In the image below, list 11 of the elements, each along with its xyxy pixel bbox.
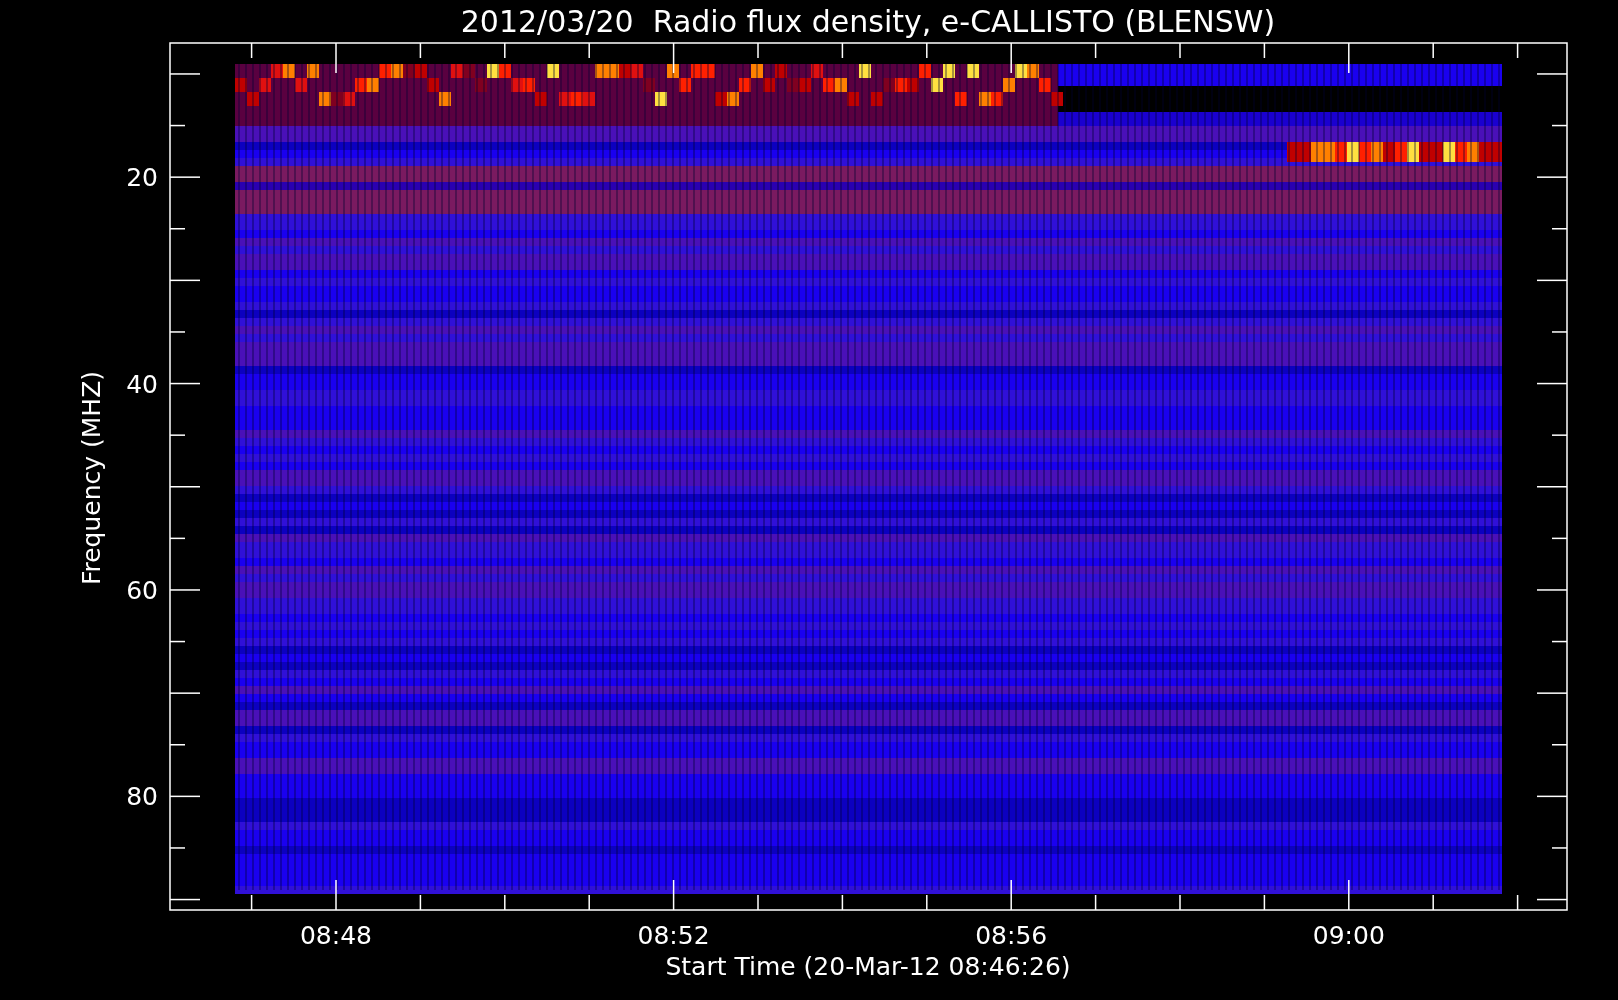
x-tick-label: 08:48 xyxy=(300,921,372,950)
y-tick-label: 80 xyxy=(126,782,158,812)
y-tick-label: 60 xyxy=(126,575,158,605)
y-tick-label: 20 xyxy=(126,163,158,193)
x-tick-label: 09:00 xyxy=(1312,921,1385,950)
x-tick-label: 08:52 xyxy=(637,921,710,950)
x-axis-label: Start Time (20-Mar-12 08:46:26) xyxy=(665,952,1071,981)
chart-title: 2012/03/20 Radio flux density, e-CALLISTO (BLENSW) xyxy=(460,4,1276,39)
x-tick-label: 08:56 xyxy=(975,921,1048,950)
y-tick-label: 40 xyxy=(126,369,158,399)
y-axis-label: Frequency (MHZ) xyxy=(77,370,106,586)
